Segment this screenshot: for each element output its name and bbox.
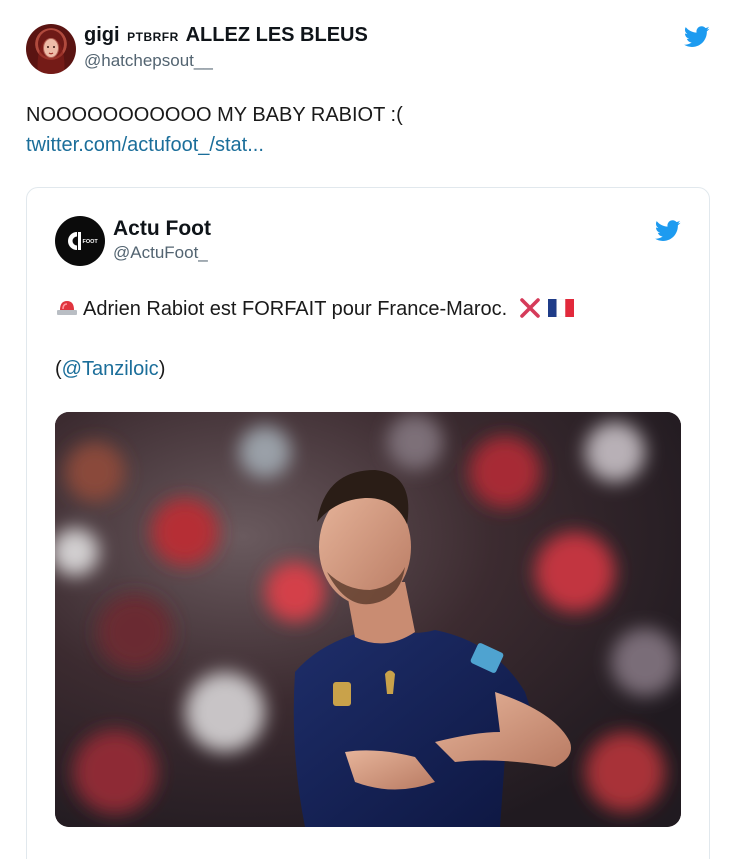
display-name[interactable]: gigi PTBRFR ALLEZ LES BLEUS: [84, 22, 368, 50]
quoted-tweet-link[interactable]: twitter.com/actufoot_/stat...: [26, 130, 403, 160]
avatar[interactable]: [26, 24, 76, 74]
quoted-display-name[interactable]: Actu Foot: [113, 216, 211, 242]
outer-tweet-header: gigi PTBRFR ALLEZ LES BLEUS @hatchepsout…: [84, 22, 368, 72]
outer-tweet-body: NOOOOOOOOOOO MY BABY RABIOT :( twitter.c…: [26, 100, 403, 160]
paren-open: (: [55, 358, 62, 380]
avatar-logo-text: FOOT: [83, 239, 99, 245]
tweet-embed: gigi PTBRFR ALLEZ LES BLEUS @hatchepsout…: [0, 0, 730, 859]
player-photo: [55, 412, 681, 827]
quoted-tweet-text: Adrien Rabiot est FORFAIT pour France-Ma…: [55, 294, 575, 324]
quoted-handle[interactable]: @ActuFoot_: [113, 242, 211, 264]
cross-mark-icon: [519, 298, 540, 318]
crest: [333, 682, 351, 706]
twitter-bird-icon[interactable]: [655, 220, 681, 242]
quoted-avatar[interactable]: FOOT: [55, 216, 105, 266]
display-name-part2: ALLEZ LES BLEUS: [185, 24, 368, 46]
display-name-part1: gigi: [84, 24, 120, 46]
twitter-bird-icon[interactable]: [684, 26, 710, 48]
quoted-tweet-header: Actu Foot @ActuFoot_: [113, 216, 211, 264]
quoted-tweet-card[interactable]: FOOT Actu Foot @ActuFoot_ Adrien Rabiot …: [26, 187, 710, 859]
display-name-flags: PTBRFR: [127, 30, 179, 44]
quoted-tweet-sentence: Adrien Rabiot est FORFAIT pour France-Ma…: [83, 298, 508, 320]
tweet-text: NOOOOOOOOOOO MY BABY RABIOT :(: [26, 104, 403, 126]
handle[interactable]: @hatchepsout__: [84, 50, 368, 72]
rotating-light-icon: [57, 301, 77, 315]
actu-foot-logo-icon: FOOT: [68, 232, 99, 250]
avatar-image: [37, 30, 65, 74]
paren-close: ): [158, 358, 166, 380]
france-flag-icon: [548, 298, 575, 318]
quoted-tweet-mention-line: (@Tanziloic): [55, 354, 165, 384]
mention-link[interactable]: @Tanziloic: [62, 358, 159, 380]
tweet-photo[interactable]: [55, 412, 681, 827]
